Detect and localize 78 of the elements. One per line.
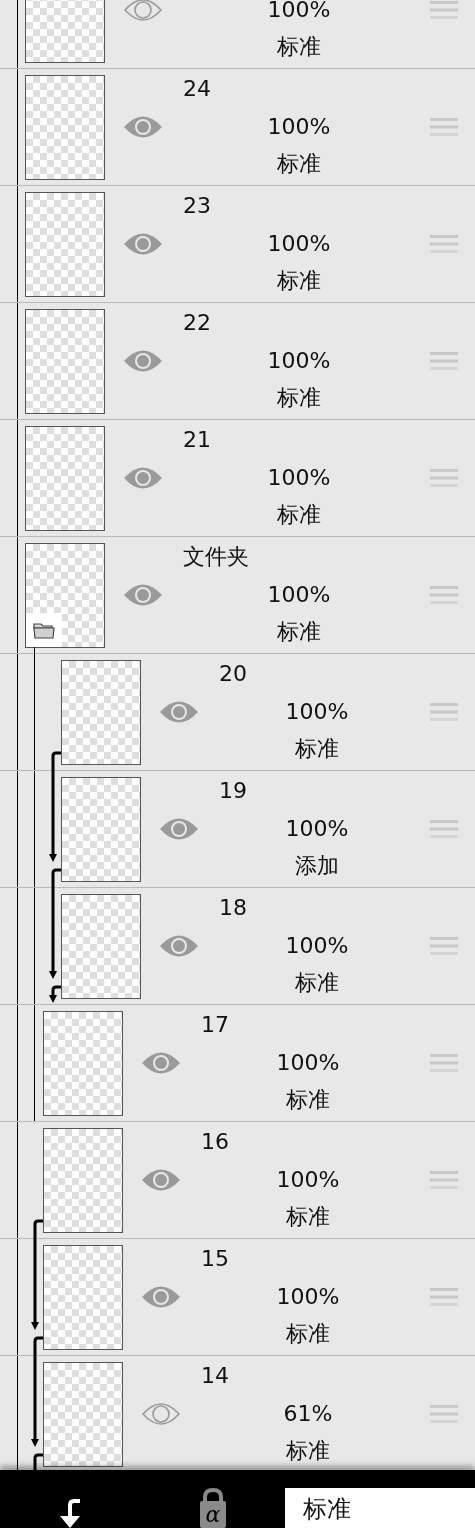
layer-thumbnail[interactable]: [43, 1362, 123, 1467]
layer-name: 24: [183, 76, 211, 101]
layer-name: 16: [201, 1129, 229, 1154]
layer-thumbnail[interactable]: [25, 192, 105, 297]
layer-opacity: 100%: [267, 348, 331, 373]
drag-handle-icon[interactable]: [430, 468, 458, 488]
layer-thumbnail[interactable]: [25, 426, 105, 531]
drag-handle-icon[interactable]: [430, 1170, 458, 1190]
blend-mode: 标准: [286, 1438, 330, 1463]
blend-mode: 标准: [277, 385, 321, 410]
layer-name: 14: [201, 1363, 229, 1388]
layer-name: 23: [183, 193, 211, 218]
visibility-eye-icon[interactable]: [159, 933, 199, 959]
drag-handle-icon[interactable]: [430, 234, 458, 254]
layer-thumbnail[interactable]: [61, 660, 141, 765]
visibility-eye-icon[interactable]: [141, 1167, 181, 1193]
layer-opacity: 100%: [276, 1167, 340, 1192]
layer-thumbnail[interactable]: [25, 75, 105, 180]
visibility-eye-icon[interactable]: [123, 114, 163, 140]
layer-opacity: 100%: [276, 1050, 340, 1075]
layer-opacity: 100%: [267, 231, 331, 256]
layer-name: 19: [219, 778, 247, 803]
visibility-eye-icon[interactable]: [123, 348, 163, 374]
layer-opacity: 100%: [267, 465, 331, 490]
blend-mode: 添加: [295, 853, 339, 878]
drag-handle-icon[interactable]: [430, 1287, 458, 1307]
folder-icon: [33, 621, 55, 639]
layer-opacity: 100%: [285, 816, 349, 841]
blend-mode: 标准: [277, 502, 321, 527]
layer-name: 15: [201, 1246, 229, 1271]
layer-name: 17: [201, 1012, 229, 1037]
layer-thumbnail[interactable]: [43, 1245, 123, 1350]
blend-mode-field[interactable]: 标准: [285, 1488, 475, 1528]
drag-handle-icon[interactable]: [430, 819, 458, 839]
visibility-eye-icon[interactable]: [141, 1284, 181, 1310]
drag-handle-icon[interactable]: [430, 702, 458, 722]
blend-mode: 标准: [277, 34, 321, 59]
layer-name: 21: [183, 427, 211, 452]
blend-mode: 标准: [286, 1204, 330, 1229]
blend-mode: 标准: [295, 970, 339, 995]
layer-opacity: 100%: [267, 114, 331, 139]
blend-mode: 标准: [286, 1321, 330, 1346]
layer-opacity: 61%: [283, 1401, 333, 1426]
layer-thumbnail[interactable]: [61, 894, 141, 999]
layer-opacity: 100%: [285, 933, 349, 958]
drag-handle-icon[interactable]: [430, 585, 458, 605]
drag-handle-icon[interactable]: [430, 0, 458, 20]
drag-handle-icon[interactable]: [430, 936, 458, 956]
blend-mode: 标准: [286, 1087, 330, 1112]
layer-name: 18: [219, 895, 247, 920]
layer-thumbnail[interactable]: [43, 1011, 123, 1116]
drag-handle-icon[interactable]: [430, 1404, 458, 1424]
layer-thumbnail[interactable]: [43, 1128, 123, 1233]
blend-mode: 标准: [277, 151, 321, 176]
layer-thumbnail[interactable]: [25, 309, 105, 414]
blend-mode: 标准: [277, 268, 321, 293]
hidden-eye-icon[interactable]: [141, 1401, 181, 1427]
blend-mode: 标准: [295, 736, 339, 761]
layer-thumbnail[interactable]: [61, 777, 141, 882]
visibility-eye-icon[interactable]: [159, 816, 199, 842]
visibility-eye-icon[interactable]: [123, 465, 163, 491]
drag-handle-icon[interactable]: [430, 351, 458, 371]
layer-opacity: 100%: [276, 1284, 340, 1309]
layer-name: 22: [183, 310, 211, 335]
visibility-eye-icon[interactable]: [123, 582, 163, 608]
layer-opacity: 100%: [267, 582, 331, 607]
drag-handle-icon[interactable]: [430, 117, 458, 137]
layer-thumbnail[interactable]: [25, 543, 105, 648]
drag-handle-icon[interactable]: [430, 1053, 458, 1073]
visibility-eye-icon[interactable]: [141, 1050, 181, 1076]
blend-mode: 标准: [277, 619, 321, 644]
hidden-eye-icon[interactable]: [123, 0, 163, 23]
layer-name: 20: [219, 661, 247, 686]
visibility-eye-icon[interactable]: [159, 699, 199, 725]
layer-opacity: 100%: [285, 699, 349, 724]
visibility-eye-icon[interactable]: [123, 231, 163, 257]
folder-name: 文件夹: [183, 544, 249, 569]
layer-opacity: 100%: [267, 0, 331, 22]
